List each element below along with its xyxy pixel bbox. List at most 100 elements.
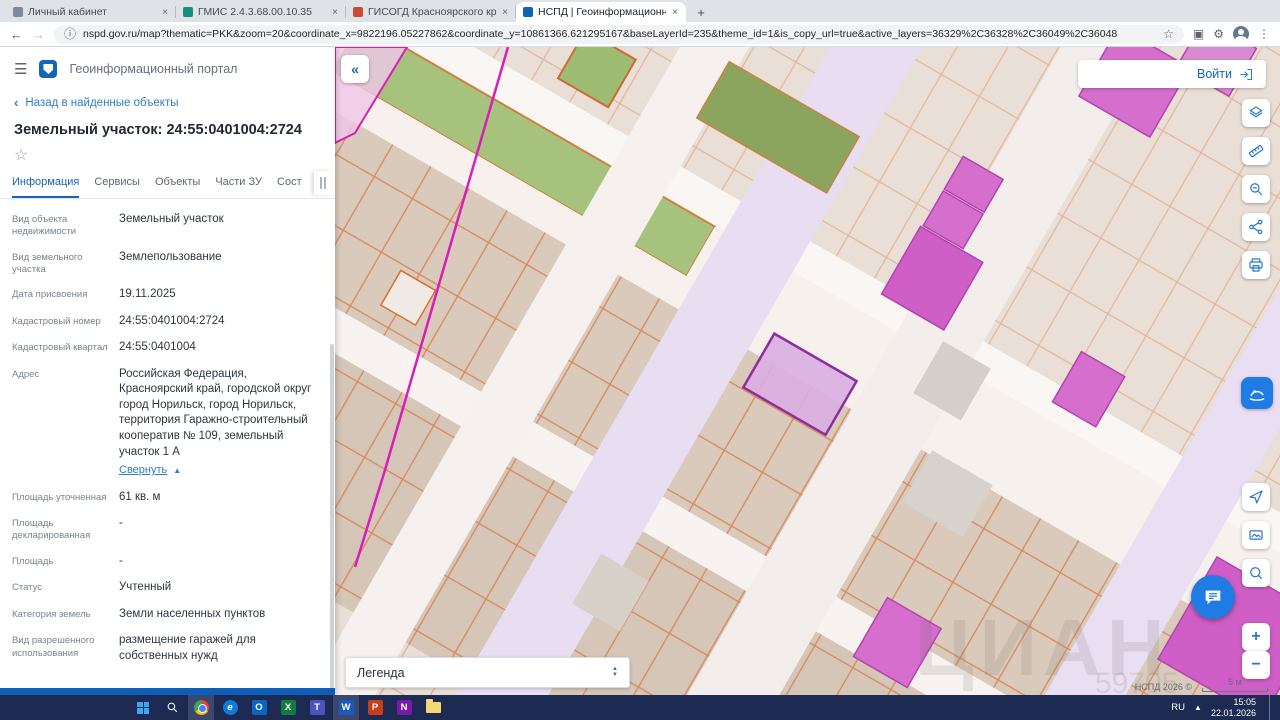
tray-language[interactable]: RU — [1171, 702, 1185, 713]
new-tab-button[interactable]: + — [692, 3, 710, 21]
tray-expand-icon[interactable]: ▲ — [1194, 703, 1202, 712]
tab-close-icon[interactable]: × — [161, 7, 169, 18]
collapse-panel-button[interactable]: « — [341, 55, 369, 83]
chevron-up-icon: ▲ — [173, 466, 182, 476]
tab-favicon — [13, 7, 23, 17]
windows-logo-icon — [137, 701, 149, 714]
object-info-list: Вид объекта недвижимости Земельный участ… — [0, 199, 335, 688]
tab-close-icon[interactable]: × — [331, 7, 339, 18]
login-icon — [1240, 68, 1252, 80]
share-icon — [1249, 219, 1263, 235]
browser-tab-4-active[interactable]: НСПД | Геоинформационный п × — [516, 2, 686, 22]
object-search-button[interactable] — [1242, 175, 1270, 203]
map-copyright: НСПД 2026 © — [1134, 682, 1192, 692]
field-row: Кадастровый номер 24:55:0401004:2724 — [12, 314, 225, 327]
tab-close-icon[interactable]: × — [501, 7, 509, 18]
taskbar-excel-icon[interactable]: X — [275, 695, 301, 720]
search-icon — [167, 702, 177, 713]
print-icon — [1249, 258, 1263, 272]
map-area[interactable]: ЦИАН 59705 « Войти + − Легенда ▲ ▼ НСПД … — [335, 47, 1280, 695]
taskbar-icons: e O X T W P N — [0, 695, 446, 720]
browser-tab-3[interactable]: ГИСОГД Красноярского края × — [346, 2, 516, 22]
ruler-icon — [1248, 144, 1264, 158]
taskbar-explorer-icon[interactable] — [420, 695, 446, 720]
tab-title: НСПД | Геоинформационный п — [538, 6, 667, 18]
tray-date: 22.01.2026 — [1210, 707, 1256, 718]
magnifier-icon — [1250, 567, 1262, 579]
browser-menu-icon[interactable]: ⋮ — [1258, 28, 1270, 40]
login-label: Войти — [1197, 67, 1232, 81]
ruler-button[interactable] — [1242, 137, 1270, 165]
assistant-button[interactable] — [1241, 377, 1273, 409]
tab-favicon — [183, 7, 193, 17]
browser-tab-1[interactable]: Личный кабинет × — [6, 2, 176, 22]
tab-parts[interactable]: Части ЗУ — [215, 176, 262, 198]
collapse-address-link[interactable]: Свернуть — [119, 463, 167, 478]
taskbar-chrome-icon[interactable] — [188, 695, 214, 720]
object-search-icon — [1250, 183, 1263, 196]
geolocation-button[interactable] — [1242, 483, 1270, 511]
tabs-overflow-button[interactable] — [314, 171, 332, 195]
field-row: Статус Учтенный — [12, 581, 172, 594]
menu-burger-icon[interactable]: ☰ — [14, 62, 27, 77]
field-row: Кадастровый квартал 24:55:0401004 — [12, 341, 196, 354]
system-tray: RU ▲ 15:05 22.01.2026 — [1171, 695, 1280, 720]
panorama-icon — [1249, 530, 1263, 540]
browser-tab-2[interactable]: ГМИС 2.4.3.68.00.10.35 × — [176, 2, 346, 22]
info-panel: ☰ Геоинформационный портал ‹ Назад в най… — [0, 47, 335, 695]
zoom-in-button[interactable]: + — [1242, 623, 1270, 651]
login-button[interactable]: Войти — [1078, 60, 1266, 88]
magnifier-button[interactable] — [1242, 559, 1270, 587]
tab-information[interactable]: Информация — [12, 176, 80, 198]
favorite-star-icon[interactable]: ☆ — [0, 142, 335, 166]
profile-avatar[interactable] — [1233, 26, 1249, 42]
panorama-button[interactable] — [1242, 521, 1270, 549]
taskbar: e O X T W P N RU ▲ 15:05 22.01.2026 — [0, 695, 1280, 720]
chat-fab-button[interactable] — [1191, 575, 1235, 619]
tray-clock[interactable]: 15:05 22.01.2026 — [1211, 697, 1256, 719]
field-row: Вид разрешенного использования размещени… — [12, 634, 256, 662]
site-info-icon[interactable]: ⓘ — [64, 28, 76, 40]
tab-favicon — [523, 7, 533, 17]
field-row: Площадь декларированная - — [12, 517, 123, 542]
taskbar-word-icon[interactable]: W — [333, 695, 359, 720]
tab-composition[interactable]: Сост — [277, 176, 302, 198]
back-icon[interactable]: ← — [10, 28, 23, 41]
back-to-results-link[interactable]: ‹ Назад в найденные объекты — [0, 88, 335, 112]
scale-line — [1202, 688, 1268, 692]
panel-footer — [0, 688, 335, 695]
field-row: Вид объекта недвижимости Земельный участ… — [12, 213, 224, 238]
scale-label: 5 м — [1228, 677, 1242, 687]
panel-scrollbar[interactable] — [330, 344, 334, 688]
field-row: Дата присвоения 19.11.2025 — [12, 288, 176, 301]
map-attribution: НСПД 2026 © 5 м — [1135, 677, 1268, 692]
taskbar-powerpoint-icon[interactable]: P — [362, 695, 388, 720]
taskbar-search-button[interactable] — [159, 695, 185, 720]
tab-services[interactable]: Сервисы — [94, 176, 140, 198]
field-row-address: Адрес Российская Федерация, Красноярский… — [12, 367, 312, 478]
layers-button[interactable] — [1242, 99, 1270, 127]
forward-icon[interactable]: → — [32, 28, 45, 41]
panel-tabs: Информация Сервисы Объекты Части ЗУ Сост — [0, 166, 335, 199]
tab-title: Личный кабинет — [28, 6, 107, 18]
tab-objects[interactable]: Объекты — [155, 176, 200, 198]
taskbar-edge-icon[interactable]: e — [217, 695, 243, 720]
print-button[interactable] — [1242, 251, 1270, 279]
tab-title: ГМИС 2.4.3.68.00.10.35 — [198, 6, 312, 18]
share-button[interactable] — [1242, 213, 1270, 241]
legend-select[interactable]: Легенда ▲ ▼ — [345, 657, 630, 688]
start-button[interactable] — [130, 695, 156, 720]
bookmark-star-icon[interactable]: ☆ — [1163, 28, 1174, 40]
address-input[interactable]: ⓘ nspd.gov.ru/map?thematic=PKK&zoom=20&c… — [54, 24, 1184, 44]
taskbar-teams-icon[interactable]: T — [304, 695, 330, 720]
taskbar-onenote-icon[interactable]: N — [391, 695, 417, 720]
zoom-out-button[interactable]: − — [1242, 651, 1270, 679]
show-desktop-button[interactable] — [1269, 695, 1272, 720]
portal-logo — [39, 60, 58, 78]
tab-close-icon[interactable]: × — [671, 7, 679, 18]
side-panel-icon[interactable]: ▣ — [1193, 28, 1204, 40]
field-row: Площадь уточненная 61 кв. м — [12, 490, 161, 503]
taskbar-outlook-icon[interactable]: O — [246, 695, 272, 720]
map-canvas[interactable]: ЦИАН 59705 — [335, 47, 1280, 695]
extensions-icon[interactable]: ⚙ — [1213, 28, 1224, 40]
